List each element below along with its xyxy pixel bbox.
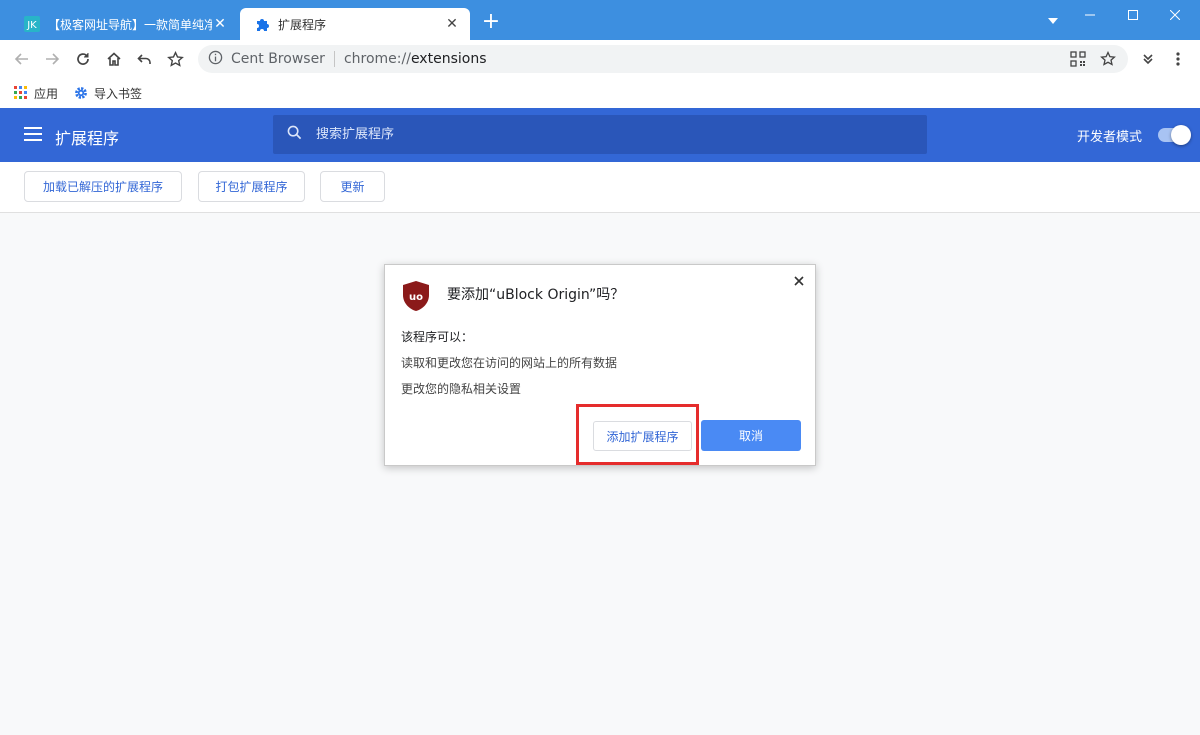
address-bar[interactable]: Cent Browser chrome://extensions xyxy=(198,45,1128,73)
minimize-icon[interactable] xyxy=(1070,0,1110,30)
search-input[interactable] xyxy=(316,127,896,142)
tab-list-dropdown-icon[interactable] xyxy=(1048,18,1058,24)
add-extension-button[interactable]: 添加扩展程序 xyxy=(593,421,692,451)
more-menu-icon[interactable] xyxy=(1166,47,1190,71)
forward-icon[interactable] xyxy=(40,47,64,71)
back-icon[interactable] xyxy=(10,47,34,71)
developer-mode-label: 开发者模式 xyxy=(1077,130,1143,145)
load-unpacked-button[interactable]: 加载已解压的扩展程序 xyxy=(24,171,182,202)
tab-jike-navigation[interactable]: JK 【极客网址导航】一款简单纯净的 ✕ xyxy=(10,8,238,40)
undo-close-tab-icon[interactable] xyxy=(133,47,157,71)
bookmark-import[interactable]: 导入书签 xyxy=(74,85,142,102)
window-close-icon[interactable] xyxy=(1155,0,1195,30)
tab-title: 扩展程序 xyxy=(278,17,327,32)
tab-close-icon[interactable]: ✕ xyxy=(444,16,460,32)
tab-close-icon[interactable]: ✕ xyxy=(212,16,228,32)
gear-icon xyxy=(75,87,87,99)
add-extension-dialog: uo 要添加“uBlock Origin”吗？ 该程序可以： 读取和更改您在访问… xyxy=(384,264,816,466)
svg-text:JK: JK xyxy=(26,20,37,31)
bookmark-page-star-icon[interactable] xyxy=(1096,45,1120,73)
permissions-header: 该程序可以： xyxy=(401,330,474,344)
maximize-icon[interactable] xyxy=(1113,0,1153,30)
search-box[interactable] xyxy=(273,115,927,154)
menu-hamburger-icon[interactable] xyxy=(24,127,42,141)
bookmarks-bar: 应用 导入书签 xyxy=(0,78,1200,108)
puzzle-icon xyxy=(254,16,270,32)
extensions-header: 扩展程序 开发者模式 xyxy=(0,108,1200,162)
bookmark-label: 导入书签 xyxy=(94,86,143,101)
ublock-origin-icon: uo xyxy=(403,281,429,311)
svg-text:uo: uo xyxy=(409,292,423,303)
toggle-knob xyxy=(1171,125,1191,145)
update-button[interactable]: 更新 xyxy=(320,171,385,202)
jk-favicon-icon: JK xyxy=(24,16,40,32)
reload-icon[interactable] xyxy=(71,47,95,71)
tab-strip: JK 【极客网址导航】一款简单纯净的 ✕ 扩展程序 ✕ + xyxy=(0,0,1200,40)
tab-title: 【极客网址导航】一款简单纯净的 xyxy=(48,17,212,32)
permission-item: 更改您的隐私相关设置 xyxy=(401,382,522,396)
site-name: Cent Browser xyxy=(231,51,325,67)
pack-extension-button[interactable]: 打包扩展程序 xyxy=(198,171,305,202)
url-scheme: chrome:// xyxy=(343,51,411,67)
bookmark-apps[interactable]: 应用 xyxy=(14,85,58,102)
extensions-action-bar: 加载已解压的扩展程序 打包扩展程序 更新 xyxy=(0,162,1200,213)
bookmark-star-icon[interactable] xyxy=(163,47,187,71)
close-icon[interactable] xyxy=(791,273,807,289)
dialog-title: 要添加“uBlock Origin”吗？ xyxy=(447,287,625,303)
page-title: 扩展程序 xyxy=(55,129,120,148)
tab-extensions[interactable]: 扩展程序 ✕ xyxy=(240,8,470,40)
double-chevron-down-icon[interactable] xyxy=(1136,47,1160,71)
search-icon xyxy=(287,125,302,144)
browser-toolbar: Cent Browser chrome://extensions xyxy=(0,40,1200,78)
bookmark-label: 应用 xyxy=(34,86,59,101)
home-icon[interactable] xyxy=(102,47,126,71)
qr-code-icon[interactable] xyxy=(1066,45,1090,73)
new-tab-button[interactable]: + xyxy=(480,11,502,34)
cancel-button[interactable]: 取消 xyxy=(701,420,801,451)
info-icon[interactable] xyxy=(208,50,223,69)
url-path: extensions xyxy=(410,51,487,67)
permission-item: 读取和更改您在访问的网站上的所有数据 xyxy=(401,356,618,370)
developer-mode-toggle[interactable] xyxy=(1158,125,1191,145)
omnibox-divider xyxy=(333,51,335,67)
apps-grid-icon xyxy=(14,86,27,99)
